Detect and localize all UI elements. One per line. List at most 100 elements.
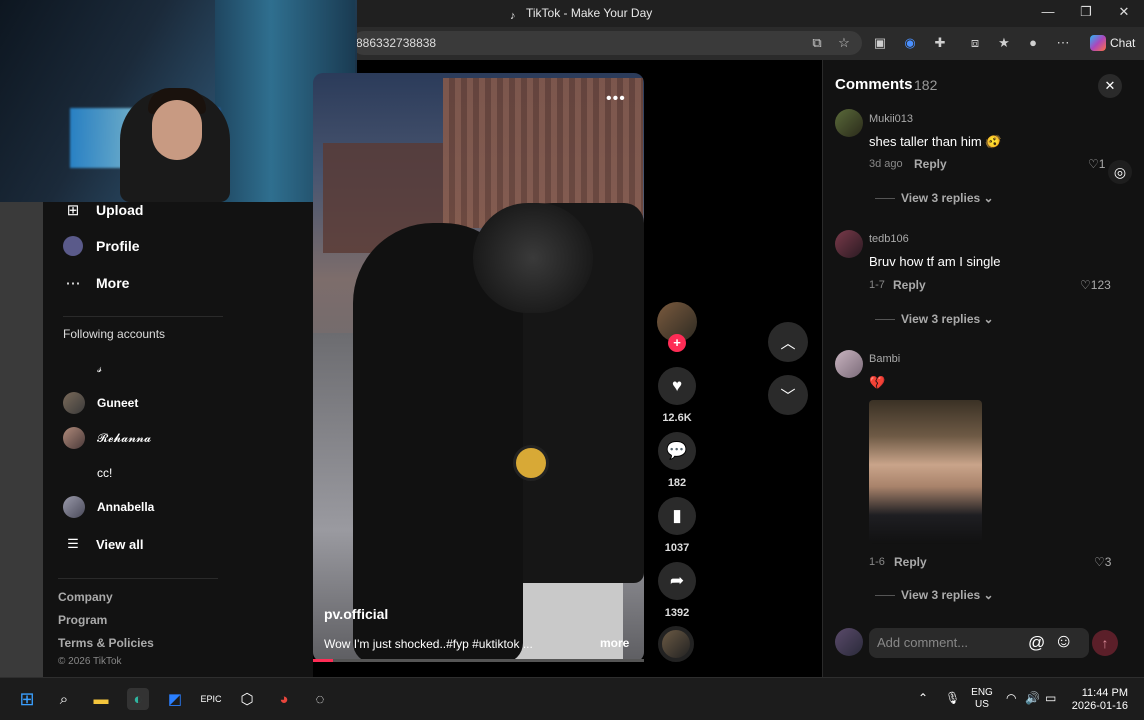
my-avatar [835,628,863,656]
extensions-puzzle-icon[interactable]: ✚ [931,34,949,52]
comment-count: 182 [667,477,687,489]
chevron-up-icon[interactable]: ⌃ [918,691,928,705]
emoji-icon[interactable]: ☺ [1054,631,1073,653]
close-window-button[interactable]: ✕ [1114,4,1134,20]
app-button[interactable]: ◩ [164,688,186,710]
chrome-button[interactable]: ◕ [273,688,295,710]
view-replies-label: View 3 replies [901,312,981,326]
maximize-button[interactable]: ❐ [1076,4,1096,20]
comment-image[interactable] [869,400,982,544]
heart-outline-icon: ♡ [1088,157,1099,171]
commenter-avatar[interactable] [835,230,863,258]
extension-icon[interactable]: ▣ [871,34,889,52]
comment-like-button[interactable]: ♡123 [1080,278,1111,292]
settings-menu-icon[interactable]: ⋯ [1054,34,1072,52]
windows-logo-icon: ⊞ [19,688,35,709]
sidebar-item-profile[interactable]: Profile [63,234,140,258]
share-arrow-icon: ➦ [669,571,685,590]
comment-text: shes taller than him 🫨 [869,134,1002,149]
commenter-name[interactable]: Bambi [869,353,900,365]
favorites-icon[interactable]: ★ [995,34,1013,52]
view-all-label: View all [96,536,144,552]
save-button[interactable]: ▮ [658,497,696,535]
copilot-chat-button[interactable]: Chat [1084,31,1141,55]
reply-button[interactable]: Reply [894,555,927,569]
sidebar-item-label: Profile [96,238,140,254]
edge-button[interactable]: ◐ [127,688,149,710]
previous-video-button[interactable]: ︿ [768,322,808,362]
open-in-app-icon[interactable]: ⧉ [808,34,826,52]
sidebar-item-label: Upload [96,202,144,218]
sidebar-divider [63,316,223,317]
like-button[interactable]: ♥ [658,367,696,405]
wifi-icon[interactable]: ◠ [1006,691,1016,705]
footer-company-link[interactable]: Company [58,590,113,604]
view-replies-button[interactable]: View 3 replies ⌄ [875,191,994,205]
microphone-icon[interactable]: 🎙 [945,691,960,705]
following-account[interactable]: cc! [63,460,112,486]
comment-like-count: 123 [1090,278,1111,292]
file-explorer-button[interactable]: ▬ [90,688,112,710]
comment-button[interactable]: 💬 [658,432,696,470]
view-all-button[interactable]: ☰ View all [63,532,143,556]
commenter-name[interactable]: Mukii013 [869,113,913,125]
video-options-icon[interactable]: ••• [606,90,626,108]
chrome-icon: ◕ [279,690,289,708]
view-replies-button[interactable]: View 3 replies ⌄ [875,312,994,326]
following-account[interactable]: 𝓡𝓮𝓱𝓪𝓷𝓷𝓪 [63,425,151,451]
minimize-button[interactable]: — [1038,4,1058,19]
reply-button[interactable]: Reply [893,278,926,292]
account-name: 𝓈 [97,360,102,375]
search-button[interactable]: ⌕ [53,688,75,710]
clock[interactable]: 11:44 PM 2026-01-16 [1068,687,1128,713]
split-screen-icon[interactable]: ⧈ [966,34,984,52]
ai-assist-icon[interactable]: ◎ [1108,160,1132,184]
volume-icon[interactable]: 🔊 [1025,691,1040,705]
start-button[interactable]: ⊞ [16,688,38,710]
video-progress-track[interactable] [313,659,644,662]
add-comment-input[interactable] [877,635,1025,650]
follow-plus-button[interactable]: + [668,334,686,352]
video-author[interactable]: pv.official [324,606,388,622]
mention-at-icon[interactable]: @ [1028,633,1045,653]
following-account[interactable]: 𝓈 [63,355,101,381]
commenter-avatar[interactable] [835,350,863,378]
chevron-down-icon: ⌄ [983,191,994,205]
footer-program-link[interactable]: Program [58,613,107,627]
heart-outline-icon: ♡ [1094,555,1105,569]
epic-games-button[interactable]: EPIC [200,688,222,710]
vpn-icon[interactable]: ◉ [901,34,919,52]
comment-date: 1-7 [869,279,885,291]
caption-more-button[interactable]: more [600,636,629,650]
favorite-star-icon[interactable]: ☆ [835,34,853,52]
comment-like-button[interactable]: ♡3 [1094,555,1111,569]
footer-terms-link[interactable]: Terms & Policies [58,636,154,650]
share-button[interactable]: ➦ [658,562,696,600]
commenter-name[interactable]: tedb106 [869,233,909,245]
video-player[interactable] [313,73,644,662]
sidebar-item-more[interactable]: ⋯ More [63,271,130,295]
following-account[interactable]: Annabella [63,494,154,520]
language-indicator[interactable]: ENG US [968,687,996,711]
comment-like-button[interactable]: ♡1 [1088,157,1105,171]
account-name: 𝓡𝓮𝓱𝓪𝓷𝓷𝓪 [97,430,152,445]
browser-tab[interactable]: ♪ TikTok - Make Your Day [510,6,652,22]
next-video-button[interactable]: ﹀ [768,375,808,415]
tab-title: TikTok - Make Your Day [526,6,653,20]
send-comment-button[interactable]: ↑ [1092,630,1118,656]
profile-avatar-icon[interactable]: ● [1024,34,1042,52]
view-replies-button[interactable]: View 3 replies ⌄ [875,588,994,602]
comment-bubble-icon: 💬 [666,441,688,460]
region-code: US [975,699,989,710]
comment-text: 💔 [869,375,886,390]
close-comments-button[interactable]: ✕ [1098,74,1122,98]
following-account[interactable]: Guneet [63,390,138,416]
battery-icon[interactable]: ▭ [1045,691,1056,705]
music-disc[interactable] [658,626,694,662]
app-button[interactable]: ⬡ [236,688,258,710]
commenter-avatar[interactable] [835,109,863,137]
account-name: Guneet [97,396,139,410]
url-text[interactable]: 886332738838 [356,36,436,50]
reply-button[interactable]: Reply [914,157,947,171]
app-button[interactable]: ◌ [309,688,331,710]
